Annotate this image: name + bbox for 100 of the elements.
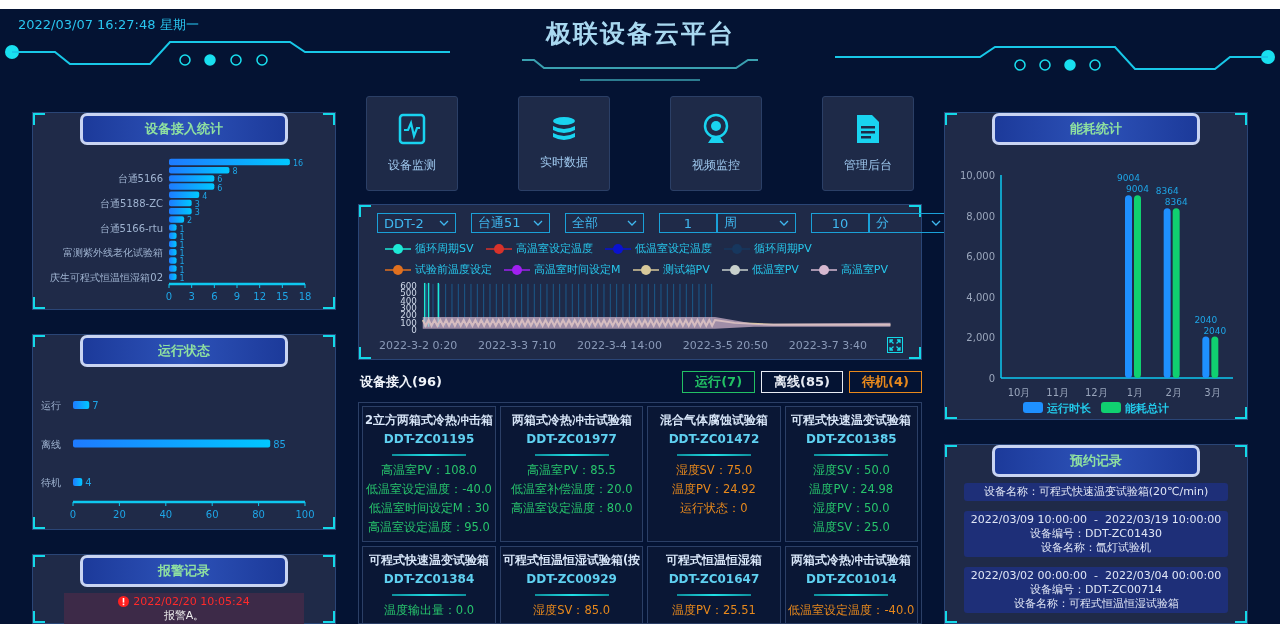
dropdown-select[interactable]: 台通51 (471, 213, 550, 233)
device-name: 混合气体腐蚀试验箱 (658, 412, 769, 429)
value-label: 8364 (1164, 197, 1188, 208)
tick-mark (259, 283, 261, 289)
app-title: 极联设备云平台 (545, 18, 735, 50)
legend-label: 能耗总计 (1125, 402, 1169, 415)
reading-text: 湿度SV：85.0 (532, 602, 612, 619)
device-card[interactable]: 可程式快速温变试验箱 DDT-ZC01384 温度输出量：0.0 (362, 546, 496, 623)
caret-icon (931, 220, 941, 226)
value-label: 2040 (1194, 314, 1218, 325)
booking-record[interactable]: 设备名称：可程式快速温变试验箱(20℃/min) (964, 483, 1228, 501)
axis-label: 2022-3-2 0:20 (379, 338, 458, 352)
axis-label: 12月 (1084, 387, 1108, 398)
record-text: 2022/03/09 10:00:00 - 2022/03/19 10:00:00 (969, 513, 1223, 527)
axis-label: 3 (188, 291, 195, 302)
booking-record[interactable]: 2022/03/02 00:00:00 - 2022/03/04 00:00:00 设备编号：DDT-ZC00714 设备名称：可程式恒温恒湿试验箱 (964, 567, 1228, 613)
tick-mark (281, 283, 283, 289)
device-name: 两箱式冷热冲击试验箱 (510, 412, 633, 429)
record-text: 设备编号：DDT-ZC01430 (1029, 527, 1163, 541)
pulse-document-icon (398, 113, 426, 145)
axis-label: 11月 (1046, 387, 1070, 398)
legend-label: 运行时长 (1047, 402, 1091, 415)
reading-text: 湿度PV：50.0 (812, 500, 891, 517)
bar (73, 401, 90, 409)
reading-text: 低温室补偿温度：20.0 (509, 481, 634, 498)
axis-label: 2022-3-5 20:50 (682, 338, 768, 352)
device-code: DDT-ZC00929 (525, 571, 618, 588)
axis-label: 18 (298, 291, 312, 302)
device-code: DDT-ZC01195 (382, 431, 476, 448)
panel-title: 运行状态 (80, 335, 288, 367)
value-label: 1 (179, 257, 185, 267)
axis-label: 0 (69, 509, 77, 520)
nav-tile[interactable]: 视频监控 (670, 96, 762, 191)
legend-swatch (1023, 402, 1043, 413)
axis-label: 10,000 (960, 170, 995, 181)
tick-mark (213, 283, 215, 289)
axis-label: 20 (113, 509, 126, 520)
device-code: DDT-ZC01014 (805, 571, 898, 588)
legend-label: 低温室PV (751, 262, 799, 278)
legend-label: 循环周期PV (753, 241, 812, 257)
record-text: 设备名称：氙灯试验机 (1040, 541, 1152, 555)
panel-title: 报警记录 (80, 555, 288, 587)
tick-mark (168, 283, 170, 289)
device-card[interactable]: 两箱式冷热冲击试验箱 DDT-ZC01014 低温室设定温度：-40.0 (784, 546, 918, 623)
reading-text: 温度PV：24.98 (808, 481, 895, 498)
reading-text: 温度输出量：0.0 (382, 602, 476, 619)
axis-label: 15 (275, 291, 289, 302)
value-label: 2040 (1203, 325, 1227, 336)
axis-label: 2022-3-3 7:10 (477, 338, 557, 352)
device-card[interactable]: 可程式快速温变试验箱 DDT-ZC01385 湿度SV：50.0 温度PV：24.98 湿度PV：50.0 温度SV：25.0 (784, 406, 918, 542)
device-name: 可程式恒温恒湿试验箱(按 (503, 552, 641, 569)
value-label: 1 (179, 249, 185, 259)
dropdown-select[interactable]: DDT-2 (377, 213, 456, 233)
booking-record[interactable]: 2022/03/09 10:00:00 - 2022/03/19 10:00:00 设备编号：DDT-ZC01430 设备名称：氙灯试验机 (964, 511, 1228, 557)
panel-title: 能耗统计 (992, 113, 1200, 145)
number-input[interactable]: 10 (811, 213, 869, 233)
device-card[interactable]: 可程式恒温恒湿试验箱(按 DDT-ZC00929 湿度SV：85.0 (500, 546, 644, 623)
axis-label: 80 (252, 509, 265, 520)
nav-tile[interactable]: 管理后台 (822, 96, 914, 191)
section-title: 设备接入(96) (360, 373, 442, 391)
category-label: 离线 (41, 438, 61, 450)
device-card[interactable]: 可程式恒温恒湿箱 DDT-ZC01647 温度PV：25.51 (647, 546, 781, 623)
alarm-time: 2022/02/20 10:05:24 (133, 595, 250, 608)
nav-tile[interactable]: 实时数据 (518, 96, 610, 191)
caret-icon (439, 220, 449, 226)
value-label: 1 (179, 273, 185, 283)
category-label: 待机 (41, 477, 61, 488)
device-name: 可程式快速温变试验箱 (368, 552, 490, 569)
value-label: 3 (194, 208, 200, 218)
axis-label: 4,000 (966, 291, 995, 303)
reading-text: 低温室设定温度：-40.0 (365, 481, 493, 498)
number-input[interactable]: 1 (659, 213, 717, 233)
nav-tile[interactable]: 设备监测 (366, 96, 458, 191)
status-filter-button[interactable]: 待机(4) (849, 371, 922, 393)
device-card[interactable]: 两箱式冷热冲击试验箱 DDT-ZC01977 高温室PV：85.5 低温室补偿温度：20.0 高温室设定温度：80.0 (500, 406, 644, 542)
category-label: 台通5166 (117, 173, 163, 185)
value-label: 8 (232, 167, 238, 177)
axis-label: 8,000 (966, 210, 995, 222)
category-label: 台通5166-rtu (99, 222, 163, 234)
device-card[interactable]: 2立方两箱式冷热冲击箱 DDT-ZC01195 高温室PV：108.0 低温室设定温度：-40.0 低温室时间设定M：30 高温室设定温度：95.0 (362, 406, 496, 542)
category-label: 台通5188-ZC (100, 198, 163, 209)
axis-label: 3月 (1204, 387, 1221, 398)
axis-label: 200 (400, 310, 417, 321)
alert-icon (118, 596, 130, 607)
reading-text: 高温室PV：85.5 (526, 462, 617, 479)
reading-text: 高温室PV：108.0 (380, 462, 478, 479)
status-filter-button[interactable]: 离线(85) (761, 371, 844, 393)
reading-text: 温度SV：25.0 (811, 519, 891, 536)
value-label: 8364 (1155, 186, 1179, 197)
device-card[interactable]: 混合气体腐蚀试验箱 DDT-ZC01472 湿度SV：75.0 温度PV：24.92 运行状态：0 (647, 406, 781, 542)
axis-label: 1月 (1126, 387, 1144, 398)
reading-text: 运行状态：0 (679, 500, 749, 517)
dropdown-select[interactable]: 全部 (565, 213, 644, 233)
value-label: 4 (85, 477, 92, 488)
fullscreen-icon[interactable] (887, 337, 903, 353)
panel-title: 设备接入统计 (80, 113, 288, 145)
status-filter-button[interactable]: 运行(7) (682, 371, 756, 393)
value-label: 3 (194, 200, 200, 209)
dropdown-select[interactable]: 周 (717, 213, 796, 233)
webcam-icon (702, 113, 730, 145)
